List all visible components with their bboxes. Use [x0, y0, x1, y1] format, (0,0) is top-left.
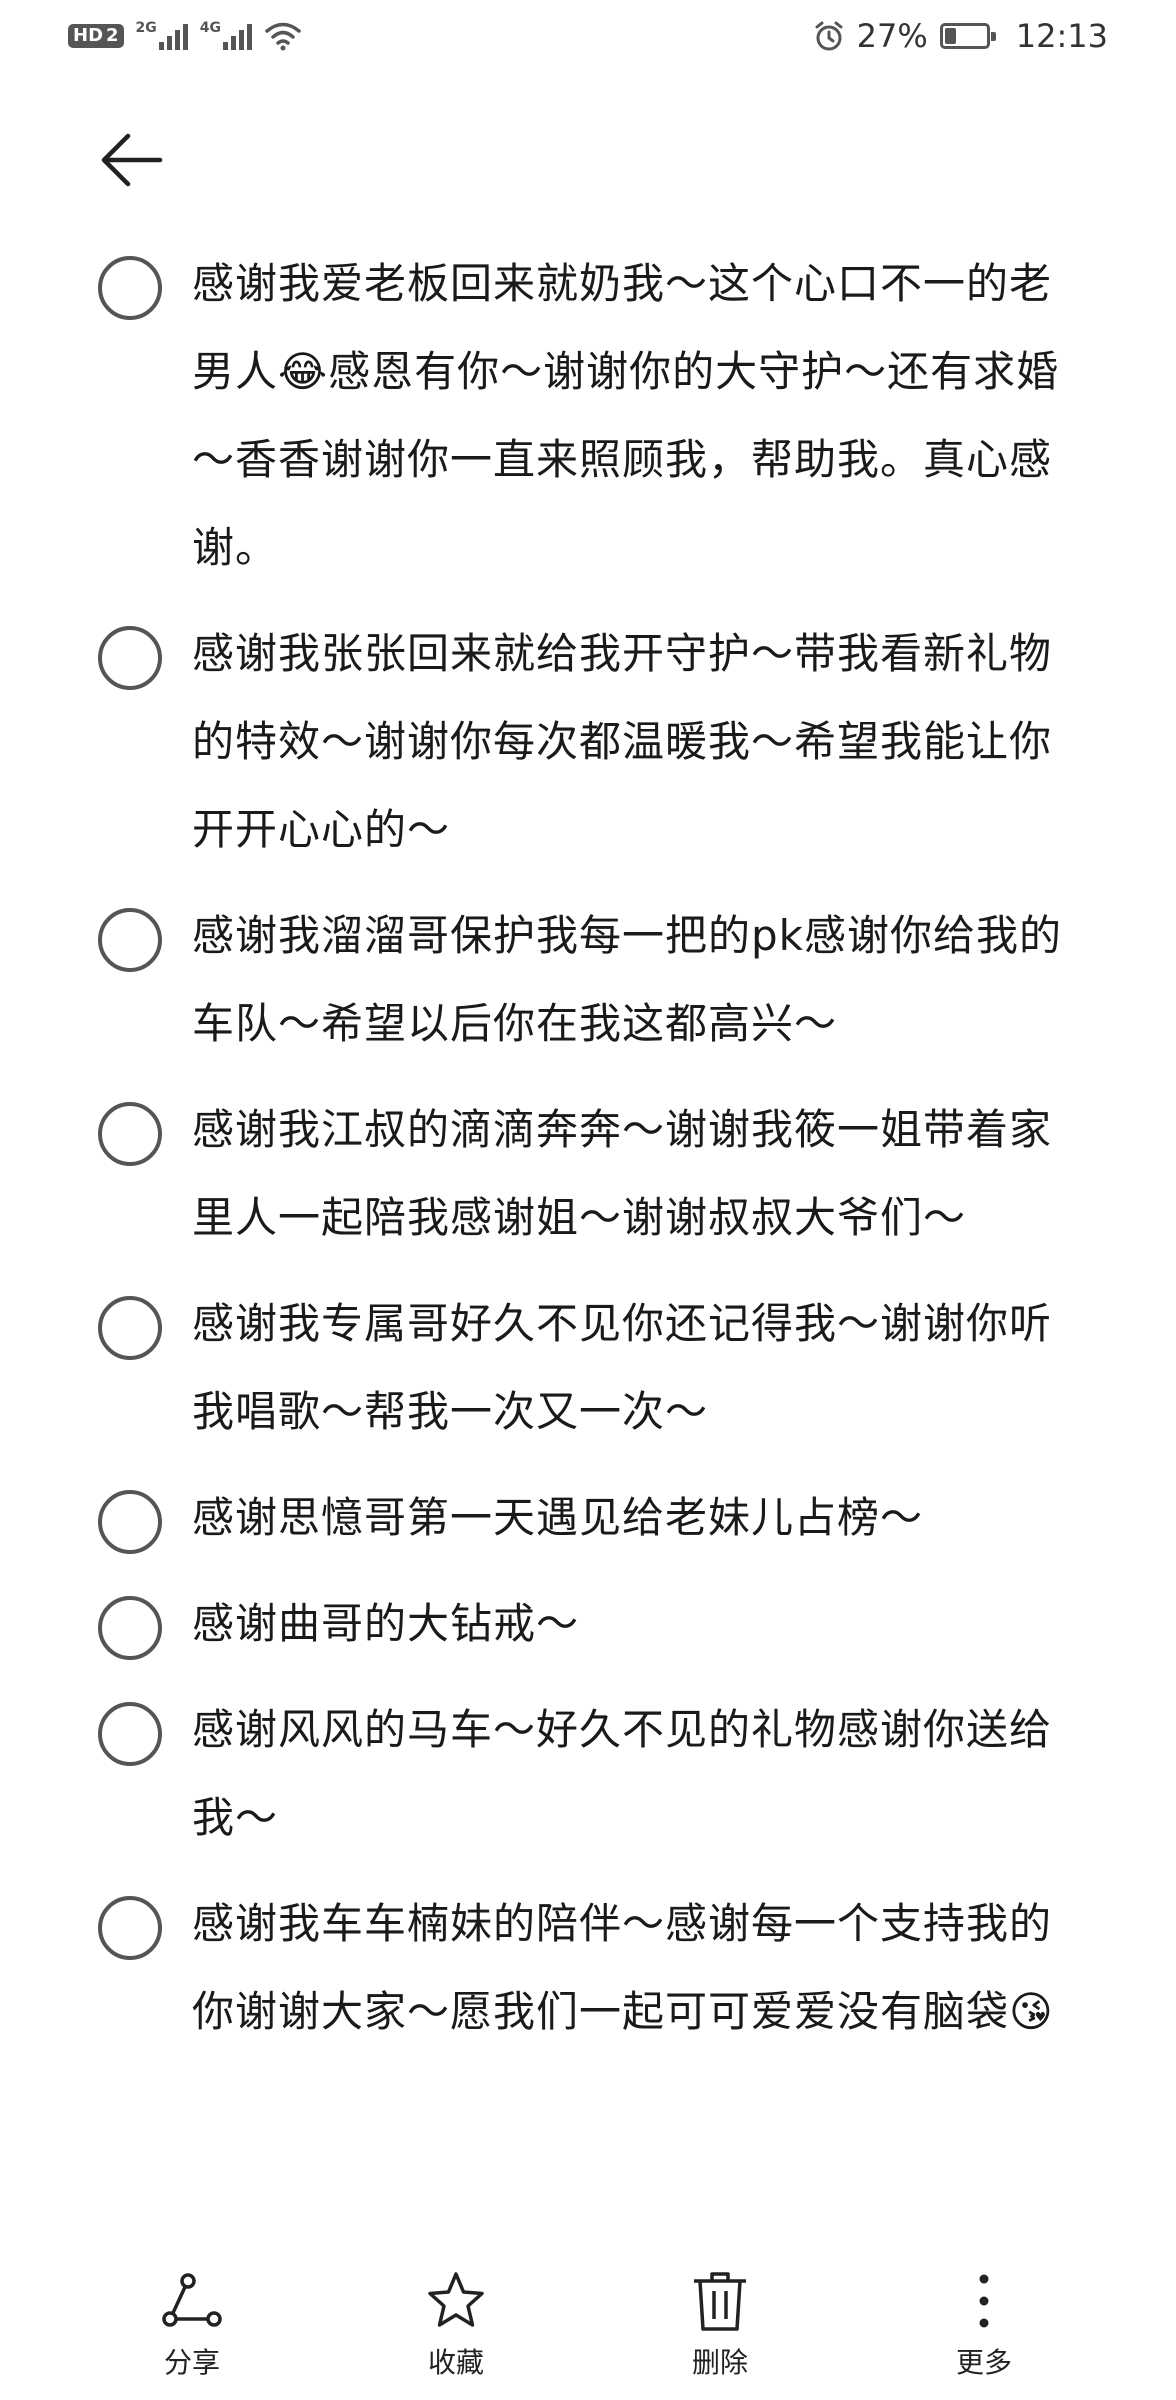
- status-bar: HD 2 2G 4G 27% 12:13: [0, 0, 1176, 72]
- checklist-item-text[interactable]: 感谢我车车楠妹的陪伴～感谢每一个支持我的你谢谢大家～愿我们一起可可爱爱没有脑袋😘: [192, 1880, 1066, 2056]
- checklist: 感谢我爱老板回来就奶我～这个心口不一的老男人😂感恩有你～谢谢你的大守护～还有求婚…: [0, 240, 1176, 2074]
- hd-sub-label: 2: [106, 25, 119, 46]
- checkbox-circle[interactable]: [98, 1296, 162, 1360]
- favorite-label: 收藏: [427, 2346, 484, 2379]
- more-vertical-icon: [979, 2274, 989, 2328]
- signal-2g-icon: 2G: [135, 20, 188, 50]
- trash-icon: [694, 2272, 746, 2331]
- checklist-item: 感谢曲哥的大钻戒～: [0, 1580, 1176, 1668]
- checklist-item: 感谢我爱老板回来就奶我～这个心口不一的老男人😂感恩有你～谢谢你的大守护～还有求婚…: [0, 240, 1176, 592]
- checkbox-circle[interactable]: [98, 1490, 162, 1554]
- checklist-item-text[interactable]: 感谢我专属哥好久不见你还记得我～谢谢你听我唱歌～帮我一次又一次～: [192, 1280, 1066, 1456]
- net1-label: 2G: [135, 20, 157, 36]
- checklist-item: 感谢风风的马车～好久不见的礼物感谢你送给我～: [0, 1686, 1176, 1862]
- checklist-item-text[interactable]: 感谢我爱老板回来就奶我～这个心口不一的老男人😂感恩有你～谢谢你的大守护～还有求婚…: [192, 240, 1066, 592]
- checklist-item: 感谢我专属哥好久不见你还记得我～谢谢你听我唱歌～帮我一次又一次～: [0, 1280, 1176, 1456]
- bottom-toolbar: 分享 收藏 删除 更多: [0, 2250, 1176, 2400]
- checkbox-circle[interactable]: [98, 626, 162, 690]
- checklist-item-text[interactable]: 感谢风风的马车～好久不见的礼物感谢你送给我～: [192, 1686, 1066, 1862]
- checklist-item-text[interactable]: 感谢我张张回来就给我开守护～带我看新礼物的特效～谢谢你每次都温暖我～希望我能让你…: [192, 610, 1066, 874]
- delete-label: 删除: [691, 2346, 748, 2379]
- more-label: 更多: [955, 2346, 1012, 2379]
- clock: 12:13: [1015, 17, 1108, 55]
- battery-fill: [944, 28, 956, 44]
- arrow-left-icon: [101, 133, 163, 187]
- more-button[interactable]: 更多: [904, 2269, 1064, 2381]
- battery-icon: [939, 23, 996, 49]
- back-button[interactable]: [92, 120, 172, 200]
- net2-label: 4G: [199, 20, 222, 36]
- checklist-item-text[interactable]: 感谢曲哥的大钻戒～: [192, 1580, 579, 1668]
- share-icon: [162, 2273, 222, 2327]
- checklist-item-text[interactable]: 感谢我溜溜哥保护我每一把的pk感谢你给我的车队～希望以后你在我这都高兴～: [192, 892, 1066, 1068]
- status-left: HD 2 2G 4G: [68, 20, 302, 51]
- checklist-item: 感谢我车车楠妹的陪伴～感谢每一个支持我的你谢谢大家～愿我们一起可可爱爱没有脑袋😘: [0, 1880, 1176, 2056]
- status-right: 27% 12:13: [813, 17, 1108, 55]
- checkbox-circle[interactable]: [98, 1702, 162, 1766]
- alarm-icon: [813, 20, 845, 52]
- wifi-icon: [264, 21, 302, 51]
- checklist-item: 感谢我江叔的滴滴奔奔～谢谢我筱一姐带着家里人一起陪我感谢姐～谢谢叔叔大爷们～: [0, 1086, 1176, 1262]
- checklist-item: 感谢我张张回来就给我开守护～带我看新礼物的特效～谢谢你每次都温暖我～希望我能让你…: [0, 610, 1176, 874]
- share-label: 分享: [163, 2346, 220, 2379]
- checklist-item: 感谢思憶哥第一天遇见给老妹儿占榜～: [0, 1474, 1176, 1562]
- hd-label: HD: [73, 25, 104, 46]
- star-icon: [428, 2272, 484, 2327]
- checklist-item-text[interactable]: 感谢思憶哥第一天遇见给老妹儿占榜～: [192, 1474, 923, 1562]
- favorite-button[interactable]: 收藏: [376, 2269, 536, 2381]
- checkbox-circle[interactable]: [98, 1102, 162, 1166]
- delete-button[interactable]: 删除: [640, 2269, 800, 2381]
- signal-4g-icon: 4G: [199, 20, 253, 50]
- share-button[interactable]: 分享: [112, 2269, 272, 2381]
- checkbox-circle[interactable]: [98, 256, 162, 320]
- checkbox-circle[interactable]: [98, 1896, 162, 1960]
- battery-percent: 27%: [856, 17, 928, 55]
- hd-icon: HD 2: [68, 24, 124, 48]
- checklist-item: 感谢我溜溜哥保护我每一把的pk感谢你给我的车队～希望以后你在我这都高兴～: [0, 892, 1176, 1068]
- checkbox-circle[interactable]: [98, 908, 162, 972]
- checklist-item-text[interactable]: 感谢我江叔的滴滴奔奔～谢谢我筱一姐带着家里人一起陪我感谢姐～谢谢叔叔大爷们～: [192, 1086, 1066, 1262]
- checkbox-circle[interactable]: [98, 1596, 162, 1660]
